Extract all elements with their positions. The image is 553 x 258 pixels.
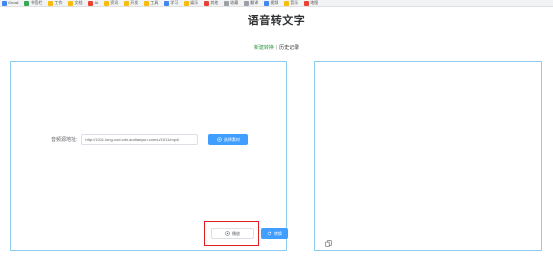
bookmark-icon <box>88 0 94 6</box>
bookmark-label: AI <box>94 0 99 5</box>
bookmark-label: 娱乐 <box>190 0 199 5</box>
url-label: 音频源地址: <box>51 137 78 143</box>
bookmark-label: 资讯 <box>110 0 119 5</box>
bookmark-item[interactable]: 地图 <box>304 0 318 6</box>
play-button[interactable]: 播放 <box>211 228 254 239</box>
bookmark-label: 书签栏 <box>30 0 43 5</box>
bookmark-item[interactable]: 资讯 <box>104 0 118 6</box>
bookmark-item[interactable]: 书签栏 <box>24 0 42 6</box>
bookmark-icon <box>304 0 310 6</box>
page-title: 语音转文字 <box>247 15 306 27</box>
bookmark-label: 收藏 <box>230 0 239 5</box>
tab-history[interactable]: 历史记录 <box>279 45 299 51</box>
bookmark-label: 地图 <box>310 0 319 5</box>
bookmark-icon <box>244 0 250 6</box>
bookmark-item[interactable]: 文档 <box>68 0 82 6</box>
bookmark-label: 音乐 <box>290 0 299 5</box>
pick-button-label: 选择素材 <box>223 136 240 142</box>
bookmark-item[interactable]: AI <box>88 0 98 6</box>
bookmark-label: Gmail <box>8 0 19 5</box>
bookmark-label: 工作 <box>54 0 63 5</box>
bookmark-icon <box>104 0 110 6</box>
refresh-icon <box>267 231 272 236</box>
plus-circle-icon <box>217 137 222 142</box>
url-input[interactable] <box>81 134 199 145</box>
bookmark-label: 视频 <box>270 0 279 5</box>
bookmark-item[interactable]: 开发 <box>124 0 138 6</box>
bookmark-label: 其他 <box>210 0 219 5</box>
bookmarks-bar: Gmail 书签栏 工作 文档 AI 资讯 开发 工具 学习 娱乐 其他 收藏 翻译 视频 音乐 地图 <box>0 0 553 7</box>
bookmark-label: 学习 <box>170 0 179 5</box>
bookmark-item[interactable]: 视频 <box>264 0 278 6</box>
bookmark-item[interactable]: 翻译 <box>244 0 258 6</box>
bookmark-icon <box>264 0 270 6</box>
bookmark-label: 翻译 <box>250 0 259 5</box>
audio-source-panel: 音频源地址: 选择素材 播放 转换 <box>10 61 288 251</box>
bookmark-icon <box>144 0 150 6</box>
pick-material-button[interactable]: 选择素材 <box>208 134 249 145</box>
url-row: 音频源地址: 选择素材 <box>51 134 249 145</box>
play-circle-icon <box>225 231 230 236</box>
bookmark-icon <box>224 0 230 6</box>
nav-separator: | <box>275 45 278 51</box>
bookmark-item[interactable]: 学习 <box>164 0 178 6</box>
bookmark-icon <box>2 0 7 6</box>
bookmark-icon <box>24 0 30 6</box>
play-button-label: 播放 <box>232 230 240 236</box>
bookmark-icon <box>124 0 130 6</box>
nav-tabs: 新建转换 | 历史记录 <box>0 44 553 51</box>
bookmark-item[interactable]: Gmail <box>2 0 18 6</box>
convert-button-label: 转换 <box>274 230 282 236</box>
bookmark-item[interactable]: 音乐 <box>284 0 298 6</box>
bookmark-label: 文档 <box>74 0 83 5</box>
convert-button[interactable]: 转换 <box>261 228 288 239</box>
bookmark-item[interactable]: 工作 <box>48 0 62 6</box>
bookmark-icon <box>284 0 290 6</box>
bookmark-label: 开发 <box>130 0 139 5</box>
tab-new-conversion[interactable]: 新建转换 <box>254 45 274 51</box>
bookmark-item[interactable]: 娱乐 <box>184 0 198 6</box>
bookmark-icon <box>48 0 54 6</box>
bookmark-item[interactable]: 工具 <box>144 0 158 6</box>
bookmark-icon <box>68 0 74 6</box>
bookmark-icon <box>164 0 170 6</box>
bookmark-item[interactable]: 收藏 <box>224 0 238 6</box>
transcript-panel <box>314 61 542 251</box>
bookmark-icon <box>184 0 190 6</box>
bookmark-icon <box>204 0 210 6</box>
copy-icon[interactable] <box>325 240 332 247</box>
bookmark-item[interactable]: 其他 <box>204 0 218 6</box>
bookmark-label: 工具 <box>150 0 159 5</box>
